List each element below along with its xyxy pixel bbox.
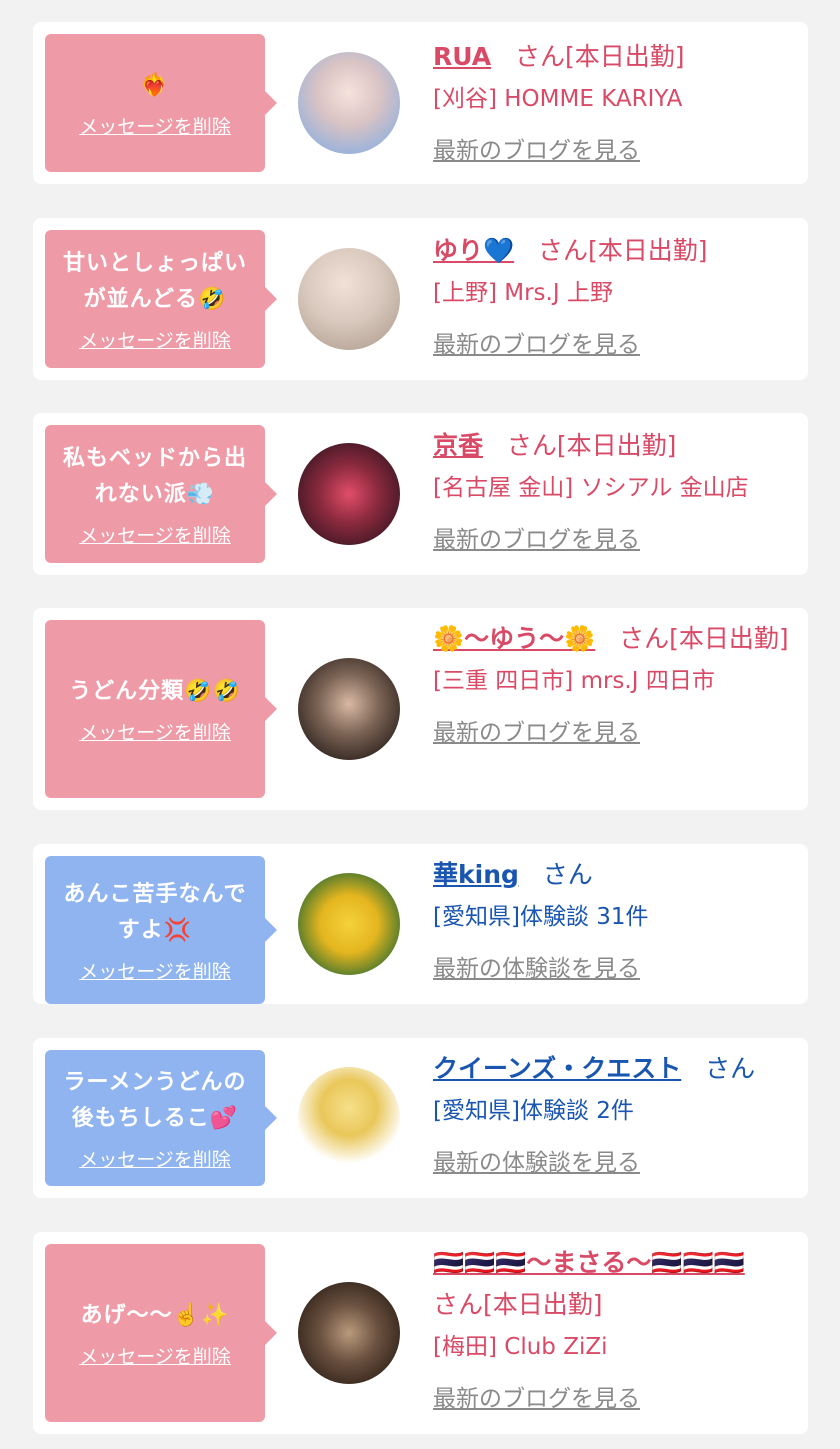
message-text: 私もベッドから出れない派💨: [62, 445, 247, 507]
profile-name-link[interactable]: クイーンズ・クエスト: [433, 1054, 681, 1083]
message-bubble: うどん分類🤣🤣 メッセージを削除: [45, 620, 277, 798]
blog-link[interactable]: 最新の体験談を見る: [433, 1142, 790, 1184]
blog-link[interactable]: 最新のブログを見る: [433, 130, 790, 172]
blog-link[interactable]: 最新の体験談を見る: [433, 948, 790, 990]
shop-label: [愛知県]体験談 2件: [433, 1098, 634, 1124]
profile-info: 華king さん [愛知県]体験談 31件 最新の体験談を見る: [433, 854, 790, 990]
avatar[interactable]: [298, 658, 400, 760]
message-text: 甘いとしょっぱいが並んどる🤣: [62, 250, 247, 312]
message-bubble: あげ〜〜☝️✨ メッセージを削除: [45, 1244, 277, 1422]
list-item: ❤️‍🔥 メッセージを削除 RUA さん[本日出勤] [刈谷] HOMME KA…: [33, 22, 808, 184]
message-bubble: ラーメンうどんの後もちしるこ💕 メッセージを削除: [45, 1050, 277, 1186]
status-label: さん: [705, 1054, 756, 1083]
list-item: ラーメンうどんの後もちしるこ💕 メッセージを削除 クイーンズ・クエスト さん […: [33, 1038, 808, 1198]
avatar[interactable]: [298, 248, 400, 350]
shop-label: [刈谷] HOMME KARIYA: [433, 86, 683, 112]
blog-link[interactable]: 最新のブログを見る: [433, 324, 790, 366]
delete-message-link[interactable]: メッセージを削除: [79, 326, 231, 353]
shop-label: [上野] Mrs.J 上野: [433, 280, 613, 306]
status-label: さん[本日出勤]: [537, 236, 708, 265]
profile-info: クイーンズ・クエスト さん [愛知県]体験談 2件 最新の体験談を見る: [433, 1048, 790, 1184]
message-bubble: 甘いとしょっぱいが並んどる🤣 メッセージを削除: [45, 230, 277, 368]
avatar[interactable]: [298, 873, 400, 975]
message-bubble: あんこ苦手なんですよ💢 メッセージを削除: [45, 856, 277, 1004]
message-bubble: ❤️‍🔥 メッセージを削除: [45, 34, 277, 172]
avatar[interactable]: [298, 52, 400, 154]
profile-name-link[interactable]: 🌼〜ゆう〜🌼: [433, 624, 595, 653]
profile-name-link[interactable]: RUA: [433, 42, 491, 71]
list-item: 私もベッドから出れない派💨 メッセージを削除 京香 さん[本日出勤] [名古屋 …: [33, 413, 808, 575]
delete-message-link[interactable]: メッセージを削除: [79, 521, 231, 548]
message-text: うどん分類🤣🤣: [69, 678, 241, 704]
status-label: さん[本日出勤]: [619, 624, 789, 653]
status-label: さん[本日出勤]: [506, 431, 677, 460]
status-label: さん: [542, 860, 593, 889]
message-text: あんこ苦手なんですよ💢: [63, 881, 247, 943]
message-text: ラーメンうどんの後もちしるこ💕: [63, 1069, 247, 1131]
shop-label: [三重 四日市] mrs.J 四日市: [433, 668, 715, 694]
list-item: うどん分類🤣🤣 メッセージを削除 🌼〜ゆう〜🌼 さん[本日出勤] [三重 四日市…: [33, 608, 808, 810]
avatar[interactable]: [298, 1282, 400, 1384]
message-bubble: 私もベッドから出れない派💨 メッセージを削除: [45, 425, 277, 563]
status-label: さん[本日出勤]: [514, 42, 685, 71]
delete-message-link[interactable]: メッセージを削除: [79, 1342, 231, 1369]
avatar[interactable]: [298, 1067, 400, 1169]
shop-label: [名古屋 金山] ソシアル 金山店: [433, 475, 749, 501]
blog-link[interactable]: 最新のブログを見る: [433, 712, 790, 754]
message-text: ❤️‍🔥: [140, 72, 170, 98]
delete-message-link[interactable]: メッセージを削除: [79, 718, 231, 745]
blog-link[interactable]: 最新のブログを見る: [433, 1378, 790, 1420]
shop-label: [愛知県]体験談 31件: [433, 904, 649, 930]
profile-name-link[interactable]: 華king: [433, 860, 519, 889]
delete-message-link[interactable]: メッセージを削除: [79, 112, 231, 139]
profile-info: 京香 さん[本日出勤] [名古屋 金山] ソシアル 金山店 最新のブログを見る: [433, 425, 790, 561]
list-item: 甘いとしょっぱいが並んどる🤣 メッセージを削除 ゆり💙 さん[本日出勤] [上野…: [33, 218, 808, 380]
avatar[interactable]: [298, 443, 400, 545]
shop-label: [梅田] Club ZiZi: [433, 1334, 608, 1360]
profile-info: ゆり💙 さん[本日出勤] [上野] Mrs.J 上野 最新のブログを見る: [433, 230, 790, 366]
delete-message-link[interactable]: メッセージを削除: [79, 1145, 231, 1172]
message-text: あげ〜〜☝️✨: [80, 1302, 230, 1328]
status-label: さん[本日出勤]: [433, 1290, 603, 1319]
blog-link[interactable]: 最新のブログを見る: [433, 519, 790, 561]
profile-info: 🌼〜ゆう〜🌼 さん[本日出勤] [三重 四日市] mrs.J 四日市 最新のブロ…: [433, 618, 790, 754]
list-item: あげ〜〜☝️✨ メッセージを削除 🇹🇭🇹🇭🇹🇭〜まさる〜🇹🇭🇹🇭🇹🇭 さん[本日出…: [33, 1232, 808, 1434]
list-item: あんこ苦手なんですよ💢 メッセージを削除 華king さん [愛知県]体験談 3…: [33, 844, 808, 1004]
profile-name-link[interactable]: 京香: [433, 431, 483, 460]
profile-name-link[interactable]: ゆり💙: [433, 236, 514, 265]
profile-info: 🇹🇭🇹🇭🇹🇭〜まさる〜🇹🇭🇹🇭🇹🇭 さん[本日出勤] [梅田] Club ZiZi…: [433, 1242, 790, 1420]
profile-info: RUA さん[本日出勤] [刈谷] HOMME KARIYA 最新のブログを見る: [433, 36, 790, 172]
profile-name-link[interactable]: 🇹🇭🇹🇭🇹🇭〜まさる〜🇹🇭🇹🇭🇹🇭: [433, 1248, 745, 1277]
delete-message-link[interactable]: メッセージを削除: [79, 957, 231, 984]
